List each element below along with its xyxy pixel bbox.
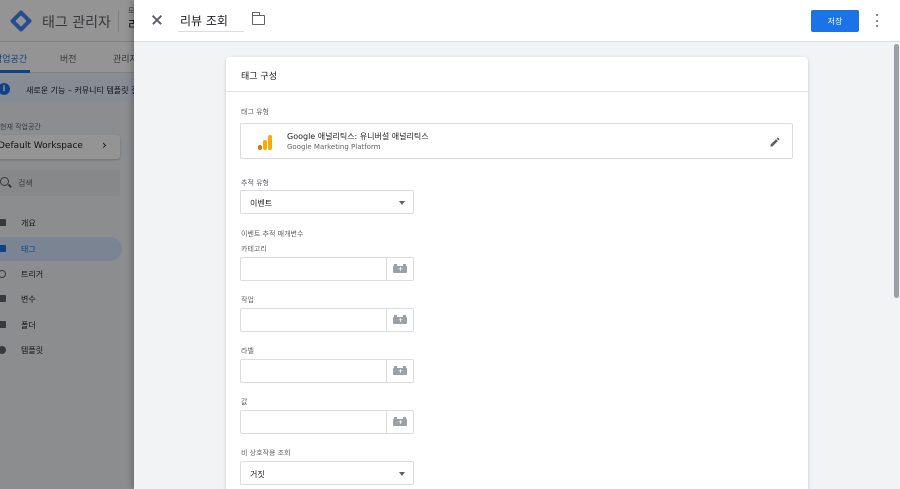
close-button[interactable] xyxy=(148,11,166,29)
action-variable-button[interactable]: + xyxy=(387,308,414,332)
folder-icon[interactable] xyxy=(251,12,265,25)
event-params-label: 이벤트 추적 매개변수 xyxy=(241,230,304,238)
add-variable-icon: + xyxy=(393,366,407,375)
more-vert-icon[interactable] xyxy=(872,13,882,29)
track-type-value: 이벤트 xyxy=(250,199,273,208)
value-variable-button[interactable]: + xyxy=(387,410,414,434)
event-label-input[interactable] xyxy=(240,359,387,383)
non-interaction-label: 비 상호작용 조회 xyxy=(241,449,291,457)
value-label: 값 xyxy=(241,398,248,406)
tag-type-label: 태그 유형 xyxy=(241,108,269,116)
track-type-select[interactable]: 이벤트 xyxy=(240,190,414,214)
add-variable-icon: + xyxy=(393,264,407,273)
event-label-label: 라벨 xyxy=(241,347,254,355)
add-variable-icon: + xyxy=(393,315,407,324)
sheet-header: 저장 xyxy=(134,0,900,42)
non-interaction-select[interactable]: 거짓 xyxy=(240,461,414,485)
tag-type-name: Google 애널리틱스: 유니버설 애널리틱스 xyxy=(287,132,429,141)
category-variable-button[interactable]: + xyxy=(387,257,414,281)
action-input[interactable] xyxy=(240,308,387,332)
dropdown-arrow-icon xyxy=(399,472,405,476)
add-variable-icon: + xyxy=(393,417,407,426)
category-label: 카테고리 xyxy=(241,245,267,253)
dropdown-arrow-icon xyxy=(399,201,405,205)
card-title: 태그 구성 xyxy=(241,72,277,82)
tag-name-input[interactable] xyxy=(178,10,244,32)
pencil-icon xyxy=(770,137,780,147)
scrollbar[interactable] xyxy=(894,44,899,298)
track-type-label: 추적 유형 xyxy=(241,179,269,187)
card-header: 태그 구성 xyxy=(226,57,808,92)
event-label-variable-button[interactable]: + xyxy=(387,359,414,383)
tag-editor-sheet: 저장 태그 구성 태그 유형 Google 애널리틱스: 유니버설 애널리틱스 … xyxy=(134,0,900,489)
save-button[interactable]: 저장 xyxy=(811,10,859,32)
google-analytics-icon xyxy=(257,134,273,150)
value-input[interactable] xyxy=(240,410,387,434)
non-interaction-value: 거짓 xyxy=(250,470,265,479)
tag-type-selector[interactable]: Google 애널리틱스: 유니버설 애널리틱스 Google Marketin… xyxy=(240,123,793,159)
category-input[interactable] xyxy=(240,257,387,281)
action-label: 작업 xyxy=(241,296,254,304)
tag-type-platform: Google Marketing Platform xyxy=(287,143,381,151)
tag-configuration-card: 태그 구성 태그 유형 Google 애널리틱스: 유니버설 애널리틱스 Goo… xyxy=(226,57,808,489)
